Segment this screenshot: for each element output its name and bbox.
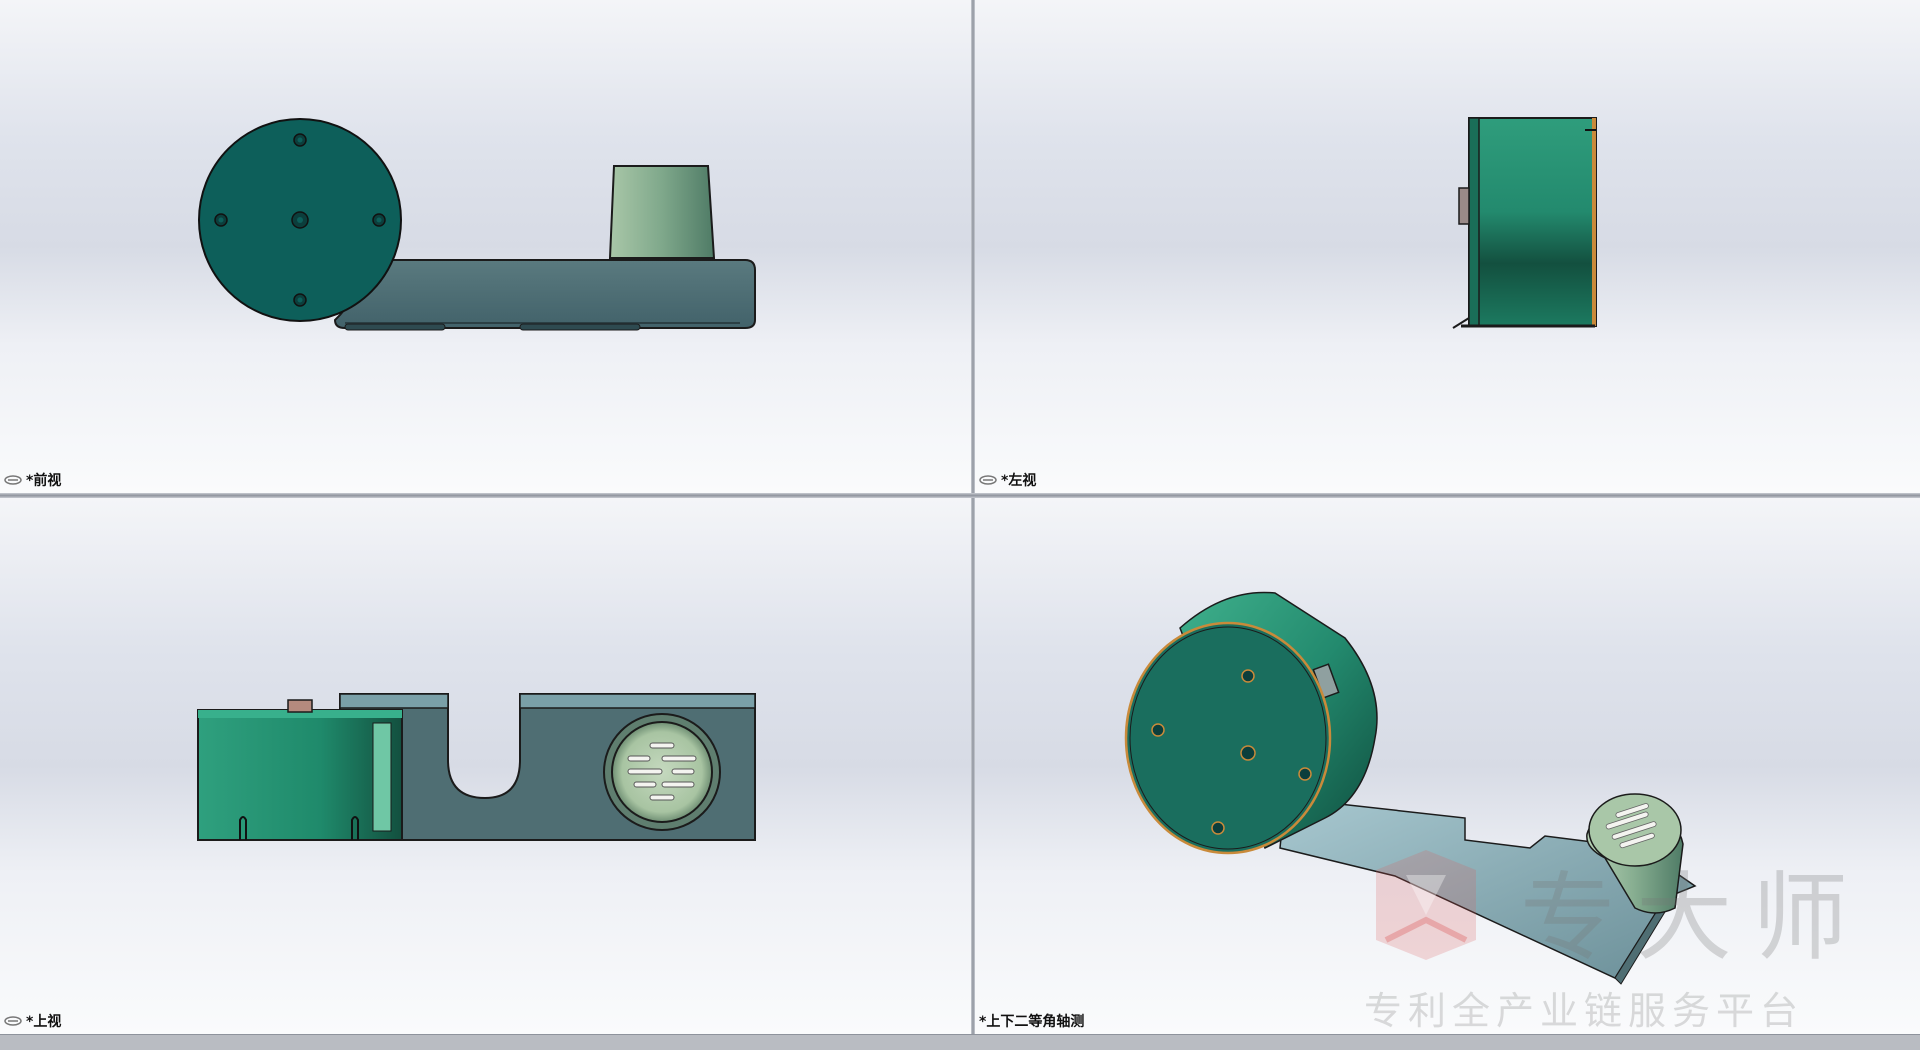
viewport-left[interactable]: *左视 xyxy=(975,0,1920,493)
viewport-top[interactable]: *上视 xyxy=(0,498,971,1034)
viewport-front[interactable]: *前视 xyxy=(0,0,971,493)
view-label-left-text: *左视 xyxy=(1001,473,1037,489)
viewport-isometric[interactable]: *上下二等角轴测 xyxy=(975,498,1920,1034)
drum-face-iso xyxy=(1124,621,1332,855)
view-label-left: *左视 xyxy=(979,470,1036,490)
isometric-view-model xyxy=(1124,591,1697,985)
view-label-top: *上视 xyxy=(4,1011,61,1031)
link-icon xyxy=(979,475,997,485)
base-plate-front xyxy=(333,259,756,329)
top-view-model xyxy=(197,693,756,841)
view-label-isometric-text: *上下二等角轴测 xyxy=(979,1014,1085,1030)
viewport-divider-vertical[interactable] xyxy=(971,0,975,1034)
link-icon xyxy=(4,475,22,485)
front-view-model xyxy=(198,118,756,331)
viewport-divider-horizontal[interactable] xyxy=(0,493,1920,498)
view-label-top-text: *上视 xyxy=(26,1014,62,1030)
status-bar xyxy=(0,1034,1920,1050)
drum-top xyxy=(197,709,403,841)
view-label-front: *前视 xyxy=(4,470,61,490)
link-icon xyxy=(4,1016,22,1026)
view-label-front-text: *前视 xyxy=(26,473,62,489)
cup-front xyxy=(608,165,716,259)
cad-window: *前视 *左视 *上视 *上下二等角轴测 专大师 专利全产业链服务平台 xyxy=(0,0,1920,1050)
connector-left xyxy=(1458,187,1470,225)
connector-top xyxy=(287,699,313,713)
drum-side-left xyxy=(1468,117,1597,327)
view-label-isometric: *上下二等角轴测 xyxy=(979,1011,1084,1031)
left-view-model xyxy=(1452,117,1597,329)
